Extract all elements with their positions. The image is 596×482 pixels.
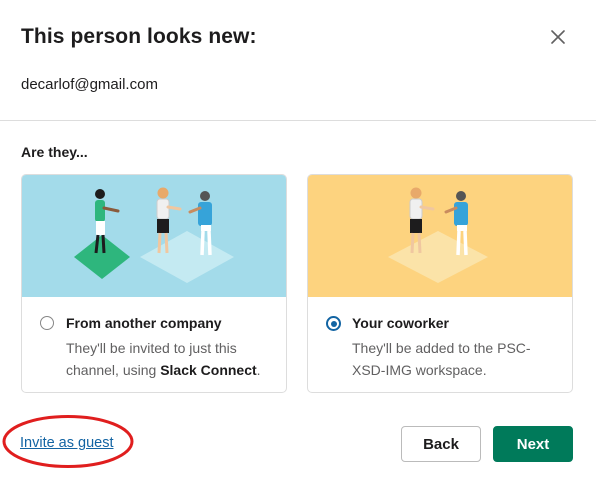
back-button[interactable]: Back [401, 426, 481, 462]
desc-suffix: . [256, 362, 261, 378]
invite-modal: This person looks new: decarlof@gmail.co… [0, 0, 596, 482]
illustration-another-company [22, 175, 286, 297]
invitee-email: decarlof@gmail.com [21, 76, 158, 93]
desc-bold: Slack Connect [160, 362, 257, 378]
option-desc-coworker: They'll be added to the PSC-XSD-IMG work… [352, 340, 531, 378]
option-title-coworker: Your coworker [352, 315, 449, 331]
option-title-another-company: From another company [66, 315, 222, 331]
close-button[interactable] [545, 24, 571, 50]
close-icon[interactable] [551, 30, 565, 44]
option-desc-another-company: They'll be invited to just this channel,… [66, 337, 276, 381]
illustration-coworker [308, 175, 572, 297]
option-card-another-company[interactable]: From another company They'll be invited … [21, 174, 287, 393]
invite-as-guest-link[interactable]: Invite as guest [20, 435, 114, 451]
divider [0, 120, 596, 121]
option-card-coworker[interactable]: Your coworker They'll be added to the PS… [307, 174, 573, 393]
radio-coworker[interactable] [326, 316, 341, 331]
question-label: Are they... [21, 144, 88, 160]
radio-another-company[interactable] [40, 316, 54, 330]
modal-title: This person looks new: [21, 25, 257, 48]
next-button[interactable]: Next [493, 426, 573, 462]
